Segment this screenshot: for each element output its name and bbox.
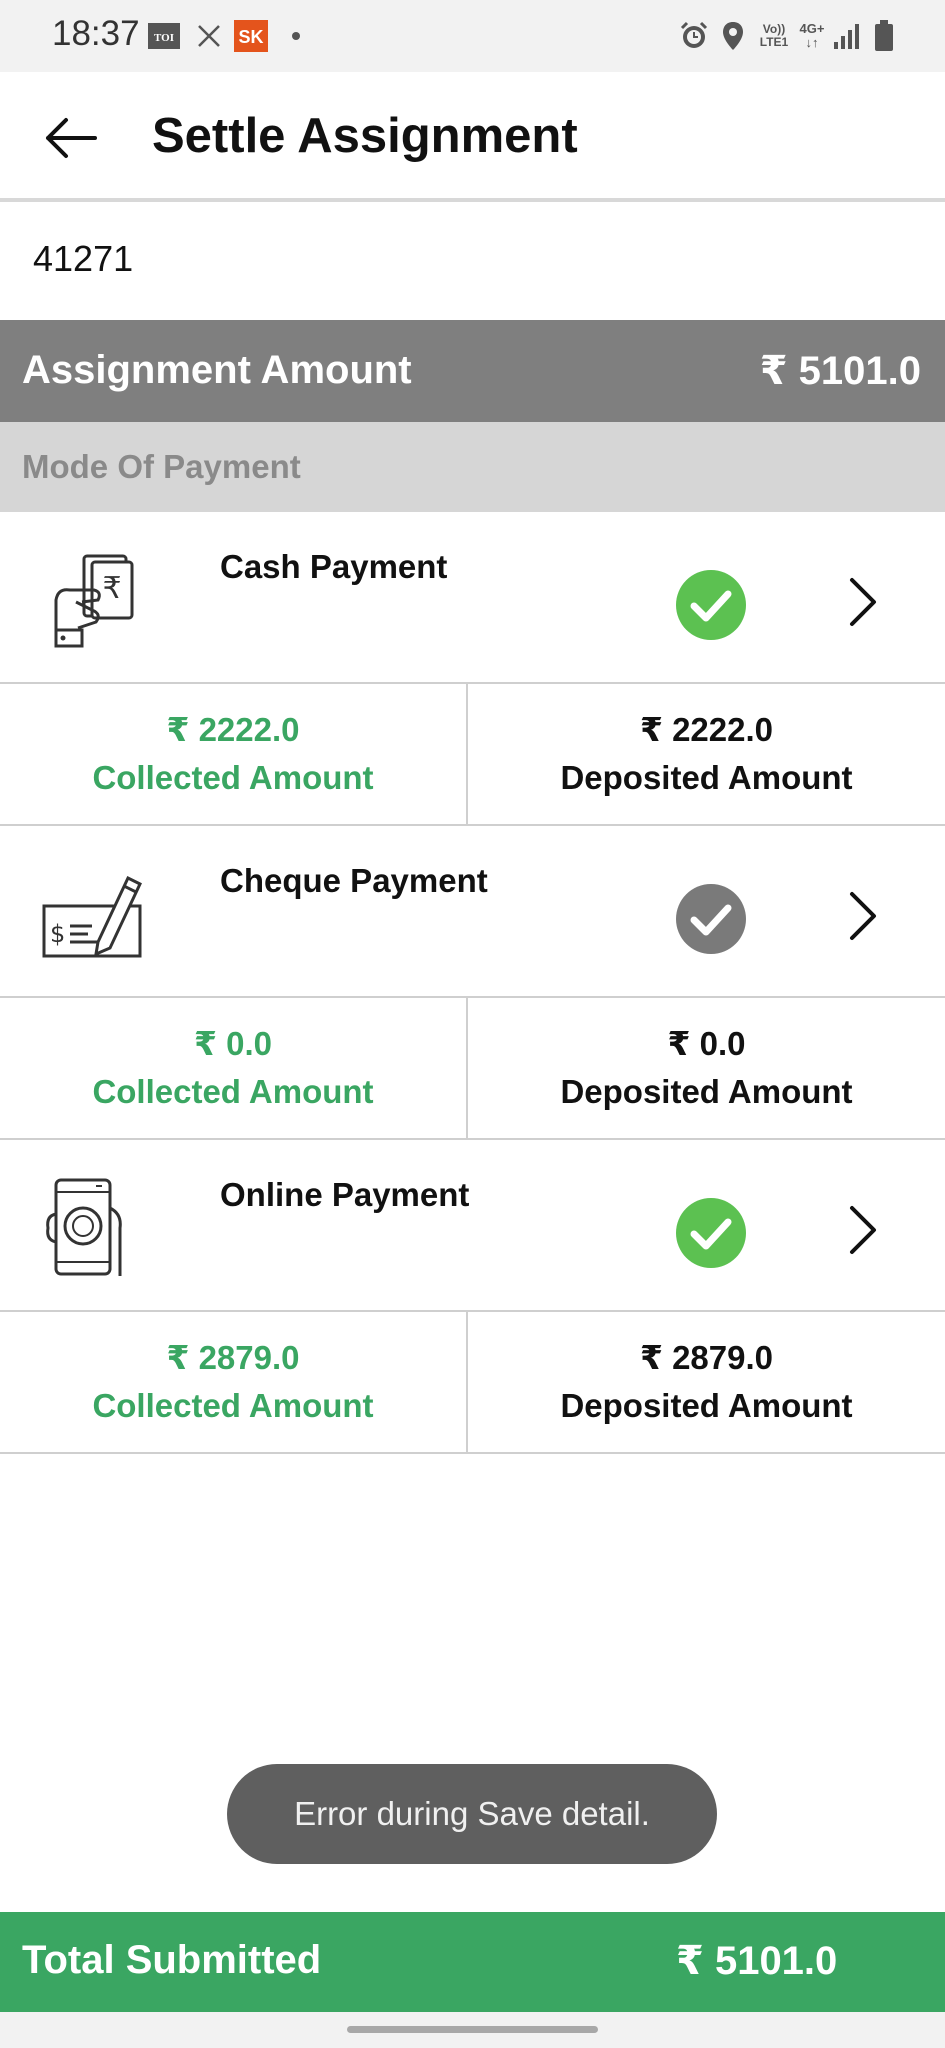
- deposited-amount: ₹ 2879.0 Deposited Amount: [468, 1334, 945, 1430]
- notification-dot-icon: [290, 20, 302, 52]
- alarm-icon: [678, 20, 710, 52]
- online-payment-row[interactable]: Online Payment: [0, 1140, 945, 1312]
- back-button[interactable]: [40, 108, 110, 168]
- signal-icon: [832, 20, 860, 52]
- assignment-amount-value: ₹ 5101.0: [759, 349, 921, 393]
- assignment-amount-label: Assignment Amount: [22, 348, 412, 392]
- deposited-label: Deposited Amount: [560, 759, 853, 796]
- missed-call-icon: [194, 20, 224, 52]
- volte-label-bottom: LTE1: [759, 35, 789, 49]
- deposited-value: ₹ 0.0: [667, 1025, 746, 1062]
- total-submitted-label: Total Submitted: [22, 1938, 322, 1982]
- cash-payment-row[interactable]: ₹ Cash Payment: [0, 512, 945, 684]
- check-icon: [676, 884, 746, 954]
- cash-hand-icon: ₹: [36, 550, 151, 650]
- payment-title: Online Payment: [220, 1176, 470, 1213]
- chevron-right-icon[interactable]: [842, 1200, 882, 1260]
- error-toast: Error during Save detail.: [227, 1764, 717, 1864]
- cash-amounts-row: ₹ 2222.0 Collected Amount ₹ 2222.0 Depos…: [0, 684, 945, 826]
- svg-text:TOI: TOI: [154, 32, 174, 44]
- battery-icon: [872, 20, 896, 52]
- deposited-amount: ₹ 0.0 Deposited Amount: [468, 1020, 945, 1116]
- collected-label: Collected Amount: [92, 759, 374, 796]
- mode-of-payment-label: Mode Of Payment: [22, 448, 301, 485]
- deposited-label: Deposited Amount: [560, 1387, 853, 1424]
- svg-text:$: $: [50, 920, 65, 948]
- network-4g-icon: 4G+ ↓↑: [799, 21, 825, 50]
- sk-app-icon: SK: [234, 20, 268, 52]
- cheque-amounts-row: ₹ 0.0 Collected Amount ₹ 0.0 Deposited A…: [0, 998, 945, 1140]
- volte-icon: Vo)) LTE1: [756, 20, 792, 52]
- check-icon: [676, 1198, 746, 1268]
- location-icon: [720, 20, 746, 52]
- collected-amount: ₹ 2879.0 Collected Amount: [0, 1334, 466, 1430]
- deposited-label: Deposited Amount: [560, 1073, 853, 1110]
- svg-text:₹: ₹: [102, 571, 121, 606]
- collected-value: ₹ 2222.0: [166, 711, 300, 748]
- collected-value: ₹ 2879.0: [166, 1339, 300, 1376]
- collected-value: ₹ 0.0: [193, 1025, 272, 1062]
- home-gesture-handle[interactable]: [347, 2026, 598, 2033]
- total-submitted-value: ₹ 5101.0: [676, 1939, 838, 1983]
- deposited-amount: ₹ 2222.0 Deposited Amount: [468, 706, 945, 802]
- chevron-right-icon[interactable]: [842, 886, 882, 946]
- check-icon: [676, 570, 746, 640]
- network-type-label: 4G+: [799, 21, 825, 36]
- online-amounts-row: ₹ 2879.0 Collected Amount ₹ 2879.0 Depos…: [0, 1312, 945, 1454]
- payment-title: Cash Payment: [220, 548, 448, 585]
- phone-payment-icon: [36, 1178, 151, 1278]
- deposited-value: ₹ 2879.0: [639, 1339, 774, 1376]
- collected-label: Collected Amount: [92, 1387, 374, 1424]
- cheque-payment-row[interactable]: $ Cheque Payment: [0, 826, 945, 998]
- cheque-pen-icon: $: [36, 864, 151, 964]
- page-title: Settle Assignment: [152, 109, 578, 163]
- collected-amount: ₹ 0.0 Collected Amount: [0, 1020, 466, 1116]
- arrow-left-icon: [46, 118, 97, 158]
- collected-label: Collected Amount: [92, 1073, 374, 1110]
- chevron-right-icon[interactable]: [842, 572, 882, 632]
- toi-app-icon: TOI: [148, 20, 180, 52]
- payment-title: Cheque Payment: [220, 862, 488, 899]
- deposited-value: ₹ 2222.0: [639, 711, 774, 748]
- status-time: 18:37: [52, 14, 140, 53]
- assignment-id: 41271: [33, 238, 134, 279]
- svg-text:SK: SK: [238, 27, 263, 47]
- collected-amount: ₹ 2222.0 Collected Amount: [0, 706, 466, 802]
